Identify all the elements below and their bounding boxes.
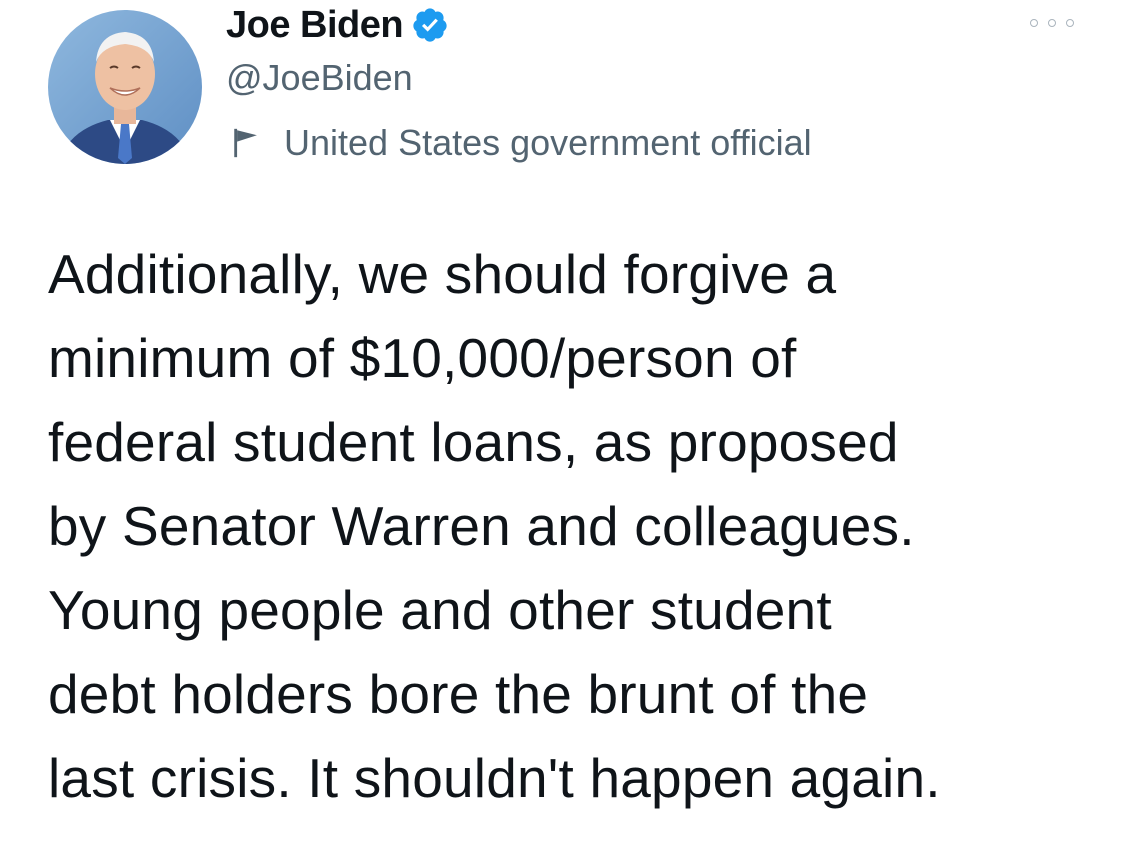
more-options-icon[interactable]	[1030, 12, 1074, 34]
author-name-row: Joe Biden	[226, 0, 449, 50]
more-dot	[1066, 19, 1074, 27]
avatar-image	[48, 10, 202, 164]
author-handle[interactable]: @JoeBiden	[226, 57, 413, 99]
tweet-text: Additionally, we should forgive a minimu…	[48, 243, 941, 809]
account-label-text: United States government official	[284, 122, 812, 163]
more-dot	[1048, 19, 1056, 27]
flag-icon	[230, 126, 264, 160]
author-avatar[interactable]	[48, 10, 202, 164]
more-dot	[1030, 19, 1038, 27]
tweet-card: Joe Biden @JoeBiden United States govern…	[0, 0, 1125, 857]
verified-badge-icon	[411, 6, 449, 44]
account-label[interactable]: United States government official	[230, 120, 812, 166]
author-display-name[interactable]: Joe Biden	[226, 4, 404, 47]
